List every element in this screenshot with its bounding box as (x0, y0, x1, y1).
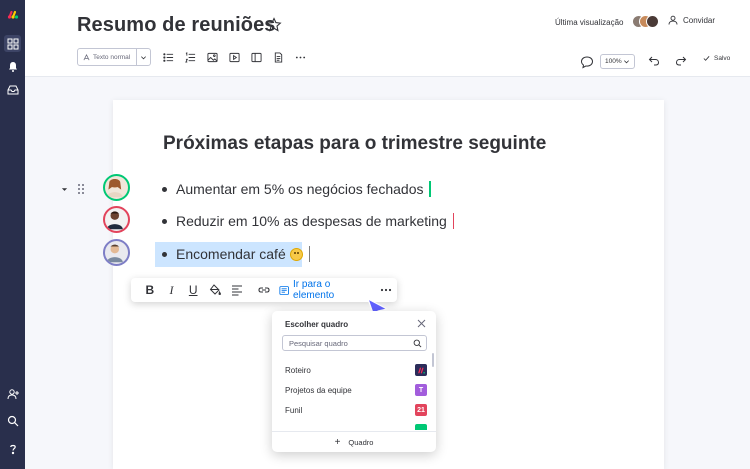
collaborator-cursor (452, 213, 455, 229)
board-badge (415, 424, 427, 430)
board-item-label: Funil (285, 405, 303, 415)
viewers-avatars[interactable] (632, 15, 660, 29)
bold-icon[interactable]: B (139, 280, 161, 300)
board-badge: T (415, 384, 427, 396)
avatar (103, 174, 130, 201)
document-icon[interactable] (267, 48, 289, 66)
redo-icon[interactable] (675, 55, 687, 67)
zoom-value: 100% (605, 58, 622, 65)
undo-icon[interactable] (648, 55, 660, 67)
comment-icon[interactable] (580, 55, 594, 69)
list-item-text: Reduzir em 10% as despesas de marketing (176, 213, 447, 229)
text-style-icon (83, 53, 90, 60)
collaborator-cursor (308, 246, 311, 262)
editor-toolbar: Texto normal (77, 48, 311, 66)
list-item[interactable]: Encomendar café (162, 246, 311, 262)
bullet-dot (162, 251, 167, 257)
drag-handle-icon[interactable] (78, 184, 84, 194)
search-icon[interactable] (4, 412, 21, 429)
search-icon (413, 339, 422, 348)
workspace-grid-icon[interactable] (4, 35, 21, 52)
invite-label: Convidar (683, 15, 716, 25)
italic-icon[interactable]: I (161, 280, 183, 300)
avatar (103, 206, 130, 233)
left-sidebar (0, 0, 25, 469)
board-item-label: Projetos da equipe (285, 385, 352, 395)
avatar (103, 239, 130, 266)
plus-icon: + (334, 436, 341, 448)
list-item-text: Aumentar em 5% os negócios fechados (176, 181, 424, 197)
align-left-icon[interactable] (226, 280, 248, 300)
text-style-value: Texto normal (93, 53, 131, 61)
block-controls (61, 184, 84, 194)
go-to-item-button[interactable]: Ir para o elemento (279, 279, 370, 301)
underline-icon[interactable]: U (182, 280, 204, 300)
doc-header: Resumo de reuniões Última visualização C… (25, 0, 750, 77)
invite-members-icon[interactable] (4, 385, 21, 402)
bullet-dot (162, 218, 167, 224)
text-style-select[interactable]: Texto normal (77, 48, 151, 66)
avatar (646, 15, 659, 28)
add-board-label: Quadro (348, 437, 374, 447)
monday-logo-icon[interactable] (4, 6, 21, 23)
board-list: Roteiro Projetos da equipe T Funil 21 (272, 360, 436, 430)
invite-button[interactable]: Convidar (668, 15, 715, 25)
smiley-emoji-icon (289, 247, 303, 261)
favorite-star-icon[interactable] (266, 17, 282, 33)
page-title[interactable]: Resumo de reuniões (77, 14, 276, 37)
person-icon (668, 15, 678, 25)
board-item-funil[interactable]: Funil 21 (272, 400, 436, 420)
board-search-placeholder: Pesquisar quadro (289, 338, 348, 348)
chevron-down-icon (136, 49, 150, 65)
board-chooser-title: Escolher quadro (285, 320, 349, 329)
add-board-button[interactable]: + Quadro (272, 431, 436, 452)
board-search-input[interactable]: Pesquisar quadro (282, 335, 427, 351)
board-item-label: Roteiro (285, 365, 311, 375)
help-icon[interactable] (4, 440, 21, 457)
paint-bucket-icon[interactable] (204, 280, 226, 300)
saved-status: Salvo (703, 55, 730, 62)
board-item-projetos-da-equipe[interactable]: Projetos da equipe T (272, 380, 436, 400)
zoom-select[interactable]: 100% (600, 54, 635, 69)
bullet-list-icon[interactable] (157, 48, 179, 66)
board-item-roteiro[interactable]: Roteiro (272, 360, 436, 380)
inbox-icon[interactable] (4, 81, 21, 98)
list-item[interactable]: Aumentar em 5% os negócios fechados (162, 181, 431, 197)
link-icon[interactable] (253, 280, 275, 300)
collapse-arrow-icon[interactable] (61, 186, 68, 193)
saved-label: Salvo (714, 55, 731, 62)
board-item-partial[interactable] (272, 420, 436, 430)
list-item-text: Encomendar café (176, 246, 286, 262)
image-icon[interactable] (201, 48, 223, 66)
board-badge: 21 (415, 404, 427, 416)
last-view-label[interactable]: Última visualização (555, 18, 623, 27)
board-badge (415, 364, 427, 376)
list-item[interactable]: Reduzir em 10% as despesas de marketing (162, 213, 455, 229)
layout-icon[interactable] (245, 48, 267, 66)
check-icon (703, 56, 710, 61)
close-icon[interactable] (417, 319, 426, 328)
board-chooser-dropdown: Escolher quadro Pesquisar quadro Roteiro… (272, 311, 436, 452)
numbered-list-icon[interactable] (179, 48, 201, 66)
notifications-bell-icon[interactable] (4, 58, 21, 75)
document-heading[interactable]: Próximas etapas para o trimestre seguint… (163, 133, 546, 155)
chevron-down-icon (623, 58, 630, 67)
format-toolbar: B I U Ir para o elemento (131, 278, 397, 302)
go-to-item-label: Ir para o elemento (293, 279, 335, 301)
video-icon[interactable] (223, 48, 245, 66)
more-options-icon[interactable] (289, 48, 311, 66)
bullet-dot (162, 186, 167, 192)
board-icon (279, 285, 289, 295)
collaborator-cursor (429, 181, 431, 197)
